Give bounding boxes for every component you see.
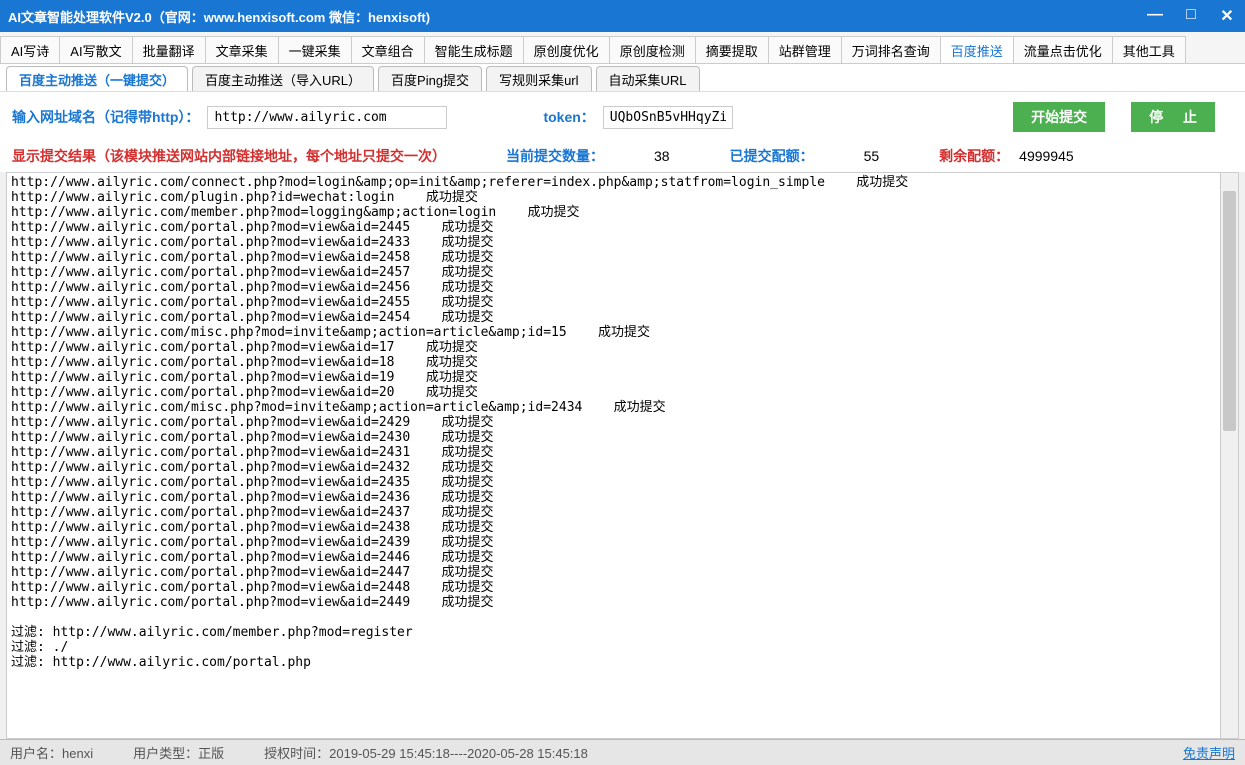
current-count-value: 38 xyxy=(654,148,670,164)
remain-quota-value: 4999945 xyxy=(1019,148,1074,164)
main-tab-8[interactable]: 原创度检测 xyxy=(609,36,696,63)
sub-tab-3[interactable]: 写规则采集url xyxy=(486,66,591,91)
close-button[interactable]: ✕ xyxy=(1217,6,1237,26)
stats-row: 显示提交结果（该模块推送网站内部链接地址，每个地址只提交一次） 当前提交数量： … xyxy=(0,142,1245,172)
main-tab-3[interactable]: 文章采集 xyxy=(205,36,279,63)
submitted-quota-label: 已提交配额： xyxy=(730,146,814,166)
url-input[interactable] xyxy=(207,106,447,129)
url-label: 输入网址域名（记得带http）： xyxy=(12,107,199,127)
log-area-wrap: http://www.ailyric.com/connect.php?mod=l… xyxy=(6,172,1239,739)
titlebar: AI文章智能处理软件V2.0（官网：www.henxisoft.com 微信：h… xyxy=(0,0,1245,32)
main-tab-4[interactable]: 一键采集 xyxy=(278,36,352,63)
scrollbar-thumb[interactable] xyxy=(1223,191,1236,431)
main-tab-13[interactable]: 流量点击优化 xyxy=(1013,36,1113,63)
sub-tab-1[interactable]: 百度主动推送（导入URL） xyxy=(192,66,374,91)
status-user: 用户名：henxi xyxy=(10,743,93,762)
main-tab-9[interactable]: 摘要提取 xyxy=(695,36,769,63)
sub-tabs: 百度主动推送（一键提交）百度主动推送（导入URL）百度Ping提交写规则采集ur… xyxy=(0,64,1245,92)
main-tab-1[interactable]: AI写散文 xyxy=(59,36,132,63)
window-controls: — □ ✕ xyxy=(1145,6,1237,26)
current-count-label: 当前提交数量： xyxy=(506,146,604,166)
disclaimer-link[interactable]: 免责声明 xyxy=(1183,743,1235,762)
stop-button[interactable]: 停 止 xyxy=(1131,102,1215,132)
window-title: AI文章智能处理软件V2.0（官网：www.henxisoft.com 微信：h… xyxy=(8,7,1145,26)
submitted-quota-value: 55 xyxy=(864,148,880,164)
main-tab-11[interactable]: 万词排名查询 xyxy=(841,36,941,63)
sub-tab-2[interactable]: 百度Ping提交 xyxy=(378,66,482,91)
log-area[interactable]: http://www.ailyric.com/connect.php?mod=l… xyxy=(7,173,1238,738)
main-tabs: AI写诗AI写散文批量翻译文章采集一键采集文章组合智能生成标题原创度优化原创度检… xyxy=(0,32,1245,64)
result-label: 显示提交结果（该模块推送网站内部链接地址，每个地址只提交一次） xyxy=(12,146,446,166)
remain-quota-label: 剩余配额： xyxy=(939,146,1009,166)
main-tab-7[interactable]: 原创度优化 xyxy=(523,36,610,63)
statusbar: 用户名：henxi 用户类型：正版 授权时间：2019-05-29 15:45:… xyxy=(0,739,1245,765)
main-tab-0[interactable]: AI写诗 xyxy=(0,36,60,63)
status-user-type: 用户类型：正版 xyxy=(133,743,224,762)
token-label: token： xyxy=(543,107,594,127)
main-tab-14[interactable]: 其他工具 xyxy=(1112,36,1186,63)
maximize-button[interactable]: □ xyxy=(1181,6,1201,26)
token-input[interactable] xyxy=(603,106,733,129)
main-tab-6[interactable]: 智能生成标题 xyxy=(424,36,524,63)
status-auth-time: 授权时间：2019-05-29 15:45:18----2020-05-28 1… xyxy=(264,743,588,762)
scrollbar[interactable] xyxy=(1220,173,1238,738)
main-tab-2[interactable]: 批量翻译 xyxy=(132,36,206,63)
sub-tab-0[interactable]: 百度主动推送（一键提交） xyxy=(6,66,188,91)
start-submit-button[interactable]: 开始提交 xyxy=(1013,102,1105,132)
main-tab-5[interactable]: 文章组合 xyxy=(351,36,425,63)
main-tab-10[interactable]: 站群管理 xyxy=(768,36,842,63)
input-row: 输入网址域名（记得带http）： token： 开始提交 停 止 xyxy=(0,92,1245,142)
main-tab-12[interactable]: 百度推送 xyxy=(940,36,1014,63)
minimize-button[interactable]: — xyxy=(1145,6,1165,26)
sub-tab-4[interactable]: 自动采集URL xyxy=(596,66,700,91)
